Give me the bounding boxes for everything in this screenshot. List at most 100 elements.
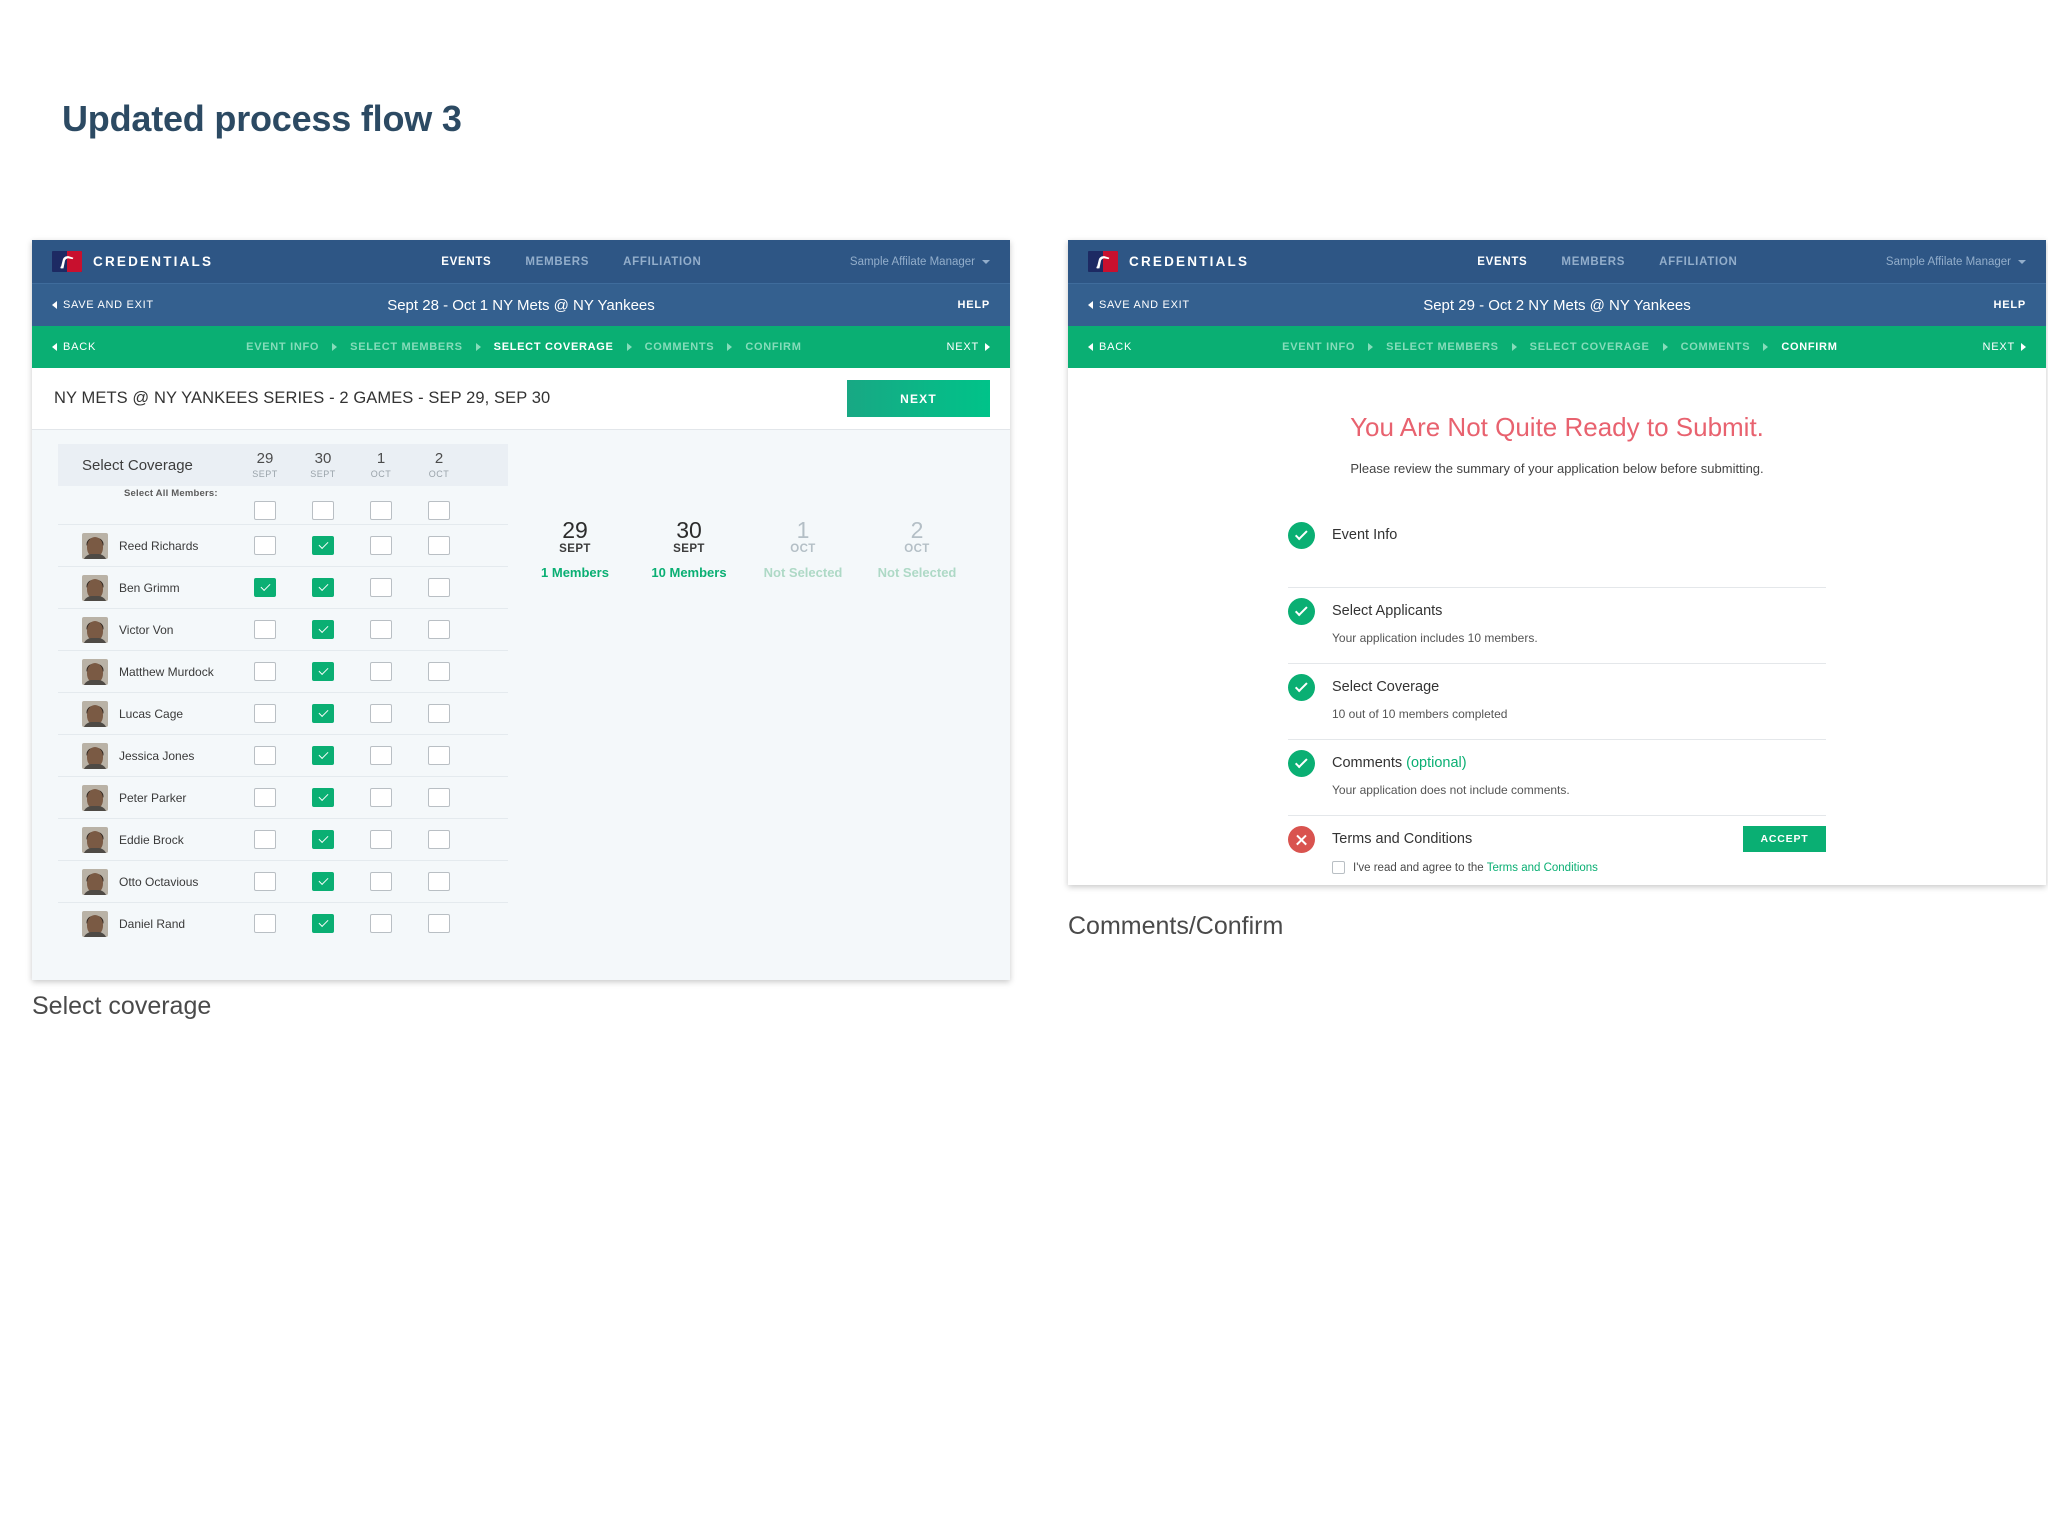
coverage-checkbox-r7-c3[interactable] bbox=[428, 830, 450, 849]
coverage-checkbox-r1-c0[interactable] bbox=[254, 578, 276, 597]
table-row: Jessica Jones bbox=[58, 734, 508, 776]
member-name: Daniel Rand bbox=[119, 916, 186, 931]
coverage-checkbox-r9-c1[interactable] bbox=[312, 914, 334, 933]
coverage-cell bbox=[410, 620, 468, 639]
coverage-checkbox-r3-c3[interactable] bbox=[428, 662, 450, 681]
coverage-checkbox-r8-c1[interactable] bbox=[312, 872, 334, 891]
coverage-cell bbox=[294, 872, 352, 891]
avatar bbox=[82, 826, 108, 853]
coverage-checkbox-r5-c3[interactable] bbox=[428, 746, 450, 765]
coverage-checkbox-r5-c2[interactable] bbox=[370, 746, 392, 765]
coverage-column-1: 30 SEPT bbox=[294, 451, 352, 479]
next-step-button[interactable]: NEXT bbox=[1982, 341, 2026, 353]
coverage-checkbox-r7-c2[interactable] bbox=[370, 830, 392, 849]
accept-button[interactable]: ACCEPT bbox=[1743, 826, 1826, 852]
summary-item-desc: Your application does not include commen… bbox=[1332, 783, 1570, 797]
step-select-members[interactable]: SELECT MEMBERS bbox=[1386, 341, 1498, 353]
terms-and-conditions-link[interactable]: Terms and Conditions bbox=[1487, 862, 1598, 874]
step-select-members[interactable]: SELECT MEMBERS bbox=[350, 341, 462, 353]
nav-item-members[interactable]: MEMBERS bbox=[525, 256, 589, 268]
coverage-checkbox-r4-c3[interactable] bbox=[428, 704, 450, 723]
back-button[interactable]: BACK bbox=[52, 341, 96, 353]
table-row: Daniel Rand bbox=[58, 902, 508, 944]
coverage-checkbox-r7-c0[interactable] bbox=[254, 830, 276, 849]
terms-agree-row: I've read and agree to the Terms and Con… bbox=[1332, 861, 1826, 874]
coverage-checkbox-r6-c2[interactable] bbox=[370, 788, 392, 807]
coverage-checkbox-r1-c1[interactable] bbox=[312, 578, 334, 597]
nav-item-members[interactable]: MEMBERS bbox=[1561, 256, 1625, 268]
step-select-coverage[interactable]: SELECT COVERAGE bbox=[1530, 341, 1650, 353]
avatar bbox=[82, 574, 108, 601]
member-name: Peter Parker bbox=[119, 790, 187, 805]
summary-item-terms-and-conditions: Terms and Conditions ACCEPT I've read an… bbox=[1288, 816, 1826, 885]
coverage-checkbox-r2-c3[interactable] bbox=[428, 620, 450, 639]
nav-item-affiliation[interactable]: AFFILIATION bbox=[1659, 256, 1737, 268]
coverage-checkbox-r0-c1[interactable] bbox=[312, 536, 334, 555]
next-step-button[interactable]: NEXT bbox=[946, 341, 990, 353]
coverage-checkbox-r5-c0[interactable] bbox=[254, 746, 276, 765]
select-all-checkbox-1[interactable] bbox=[312, 501, 334, 520]
help-button[interactable]: HELP bbox=[1993, 299, 2026, 311]
help-button[interactable]: HELP bbox=[957, 299, 990, 311]
coverage-checkbox-r9-c3[interactable] bbox=[428, 914, 450, 933]
member-cell: Ben Grimm bbox=[58, 574, 236, 601]
step-confirm[interactable]: CONFIRM bbox=[745, 341, 801, 353]
coverage-checkbox-r8-c2[interactable] bbox=[370, 872, 392, 891]
brand-logo[interactable]: CREDENTIALS bbox=[1088, 251, 1249, 272]
coverage-checkbox-r0-c0[interactable] bbox=[254, 536, 276, 555]
coverage-checkbox-r6-c3[interactable] bbox=[428, 788, 450, 807]
nav-item-events[interactable]: EVENTS bbox=[441, 256, 491, 268]
step-confirm[interactable]: CONFIRM bbox=[1781, 341, 1837, 353]
back-button[interactable]: BACK bbox=[1088, 341, 1132, 353]
triangle-left-icon bbox=[52, 343, 57, 351]
coverage-checkbox-r8-c0[interactable] bbox=[254, 872, 276, 891]
coverage-cell bbox=[294, 620, 352, 639]
coverage-checkbox-r2-c1[interactable] bbox=[312, 620, 334, 639]
member-name: Jessica Jones bbox=[119, 748, 195, 763]
coverage-checkbox-r8-c3[interactable] bbox=[428, 872, 450, 891]
step-comments[interactable]: COMMENTS bbox=[645, 341, 715, 353]
brand-logo[interactable]: CREDENTIALS bbox=[52, 251, 213, 272]
coverage-checkbox-r1-c2[interactable] bbox=[370, 578, 392, 597]
coverage-checkbox-r5-c1[interactable] bbox=[312, 746, 334, 765]
select-all-checkbox-2[interactable] bbox=[370, 501, 392, 520]
coverage-checkbox-r0-c3[interactable] bbox=[428, 536, 450, 555]
coverage-checkbox-r4-c0[interactable] bbox=[254, 704, 276, 723]
next-button[interactable]: NEXT bbox=[847, 380, 990, 417]
coverage-checkbox-r9-c0[interactable] bbox=[254, 914, 276, 933]
column-month: OCT bbox=[370, 469, 392, 479]
coverage-cell bbox=[352, 788, 410, 807]
step-comments[interactable]: COMMENTS bbox=[1681, 341, 1751, 353]
avatar bbox=[82, 658, 108, 685]
user-menu[interactable]: Sample Affilate Manager bbox=[1886, 256, 2026, 268]
coverage-checkbox-r4-c1[interactable] bbox=[312, 704, 334, 723]
select-all-checkbox-3[interactable] bbox=[428, 501, 450, 520]
coverage-checkbox-r6-c0[interactable] bbox=[254, 788, 276, 807]
coverage-checkbox-r3-c1[interactable] bbox=[312, 662, 334, 681]
coverage-checkbox-r6-c1[interactable] bbox=[312, 788, 334, 807]
save-and-exit-button[interactable]: SAVE AND EXIT bbox=[52, 299, 154, 311]
coverage-checkbox-r2-c2[interactable] bbox=[370, 620, 392, 639]
step-select-coverage[interactable]: SELECT COVERAGE bbox=[494, 341, 614, 353]
coverage-checkbox-r7-c1[interactable] bbox=[312, 830, 334, 849]
summary-item-select-applicants: Select Applicants Your application inclu… bbox=[1288, 588, 1826, 664]
step-event-info[interactable]: EVENT INFO bbox=[246, 341, 319, 353]
nav-item-affiliation[interactable]: AFFILIATION bbox=[623, 256, 701, 268]
step-event-info[interactable]: EVENT INFO bbox=[1282, 341, 1355, 353]
coverage-checkbox-r2-c0[interactable] bbox=[254, 620, 276, 639]
member-name: Ben Grimm bbox=[119, 580, 180, 595]
terms-agree-checkbox[interactable] bbox=[1332, 861, 1345, 874]
mlb-logo-icon bbox=[52, 251, 82, 272]
coverage-checkbox-r3-c0[interactable] bbox=[254, 662, 276, 681]
nav-item-events[interactable]: EVENTS bbox=[1477, 256, 1527, 268]
summary-item-title: Select Coverage bbox=[1332, 679, 1440, 695]
coverage-checkbox-r3-c2[interactable] bbox=[370, 662, 392, 681]
coverage-checkbox-r1-c3[interactable] bbox=[428, 578, 450, 597]
coverage-checkbox-r4-c2[interactable] bbox=[370, 704, 392, 723]
save-and-exit-button[interactable]: SAVE AND EXIT bbox=[1088, 299, 1190, 311]
summary-day: 29 bbox=[562, 517, 588, 543]
select-all-checkbox-0[interactable] bbox=[254, 501, 276, 520]
coverage-checkbox-r9-c2[interactable] bbox=[370, 914, 392, 933]
coverage-checkbox-r0-c2[interactable] bbox=[370, 536, 392, 555]
user-menu[interactable]: Sample Affilate Manager bbox=[850, 256, 990, 268]
